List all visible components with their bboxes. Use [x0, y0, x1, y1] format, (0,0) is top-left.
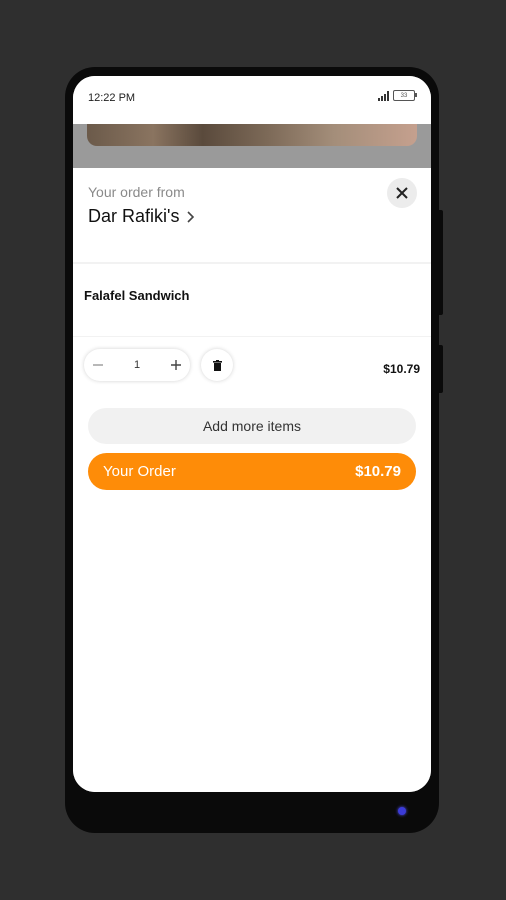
cart-item-name: Falafel Sandwich: [84, 288, 190, 303]
cart-item-price: $10.79: [383, 362, 420, 376]
signal-icon: [378, 90, 389, 101]
dimmed-background[interactable]: [73, 124, 431, 168]
restaurant-hero-image: [87, 124, 417, 146]
chevron-right-icon: [187, 210, 195, 223]
close-icon: [396, 187, 408, 199]
remove-item-button[interactable]: [201, 349, 233, 381]
status-time: 12:22 PM: [88, 92, 136, 104]
phone-screen: 12:22 PM 33 Your order from Dar Rafiki's…: [73, 76, 431, 792]
close-button[interactable]: [387, 178, 417, 208]
battery-icon: 33: [393, 90, 417, 101]
divider: [73, 336, 431, 337]
quantity-value: 1: [133, 359, 141, 371]
phone-volume-button: [437, 210, 443, 315]
order-total: $10.79: [355, 463, 401, 480]
add-more-items-button[interactable]: Add more items: [88, 408, 416, 444]
restaurant-link[interactable]: Dar Rafiki's: [88, 206, 195, 227]
order-sheet: Your order from Dar Rafiki's Falafel San…: [73, 168, 431, 792]
your-order-label: Your Order: [103, 463, 176, 480]
quantity-stepper: 1: [84, 349, 190, 381]
status-icons: 33: [378, 90, 417, 101]
plus-icon[interactable]: [170, 359, 182, 371]
indicator-light: [398, 807, 406, 815]
status-bar: 12:22 PM 33: [73, 76, 431, 124]
battery-level: 33: [400, 92, 408, 99]
restaurant-name: Dar Rafiki's: [88, 206, 180, 226]
trash-icon: [212, 359, 222, 371]
order-from-label: Your order from: [88, 184, 185, 200]
phone-power-button: [437, 345, 443, 393]
minus-icon[interactable]: [92, 359, 104, 371]
divider: [73, 262, 431, 264]
your-order-button[interactable]: Your Order $10.79: [88, 453, 416, 490]
